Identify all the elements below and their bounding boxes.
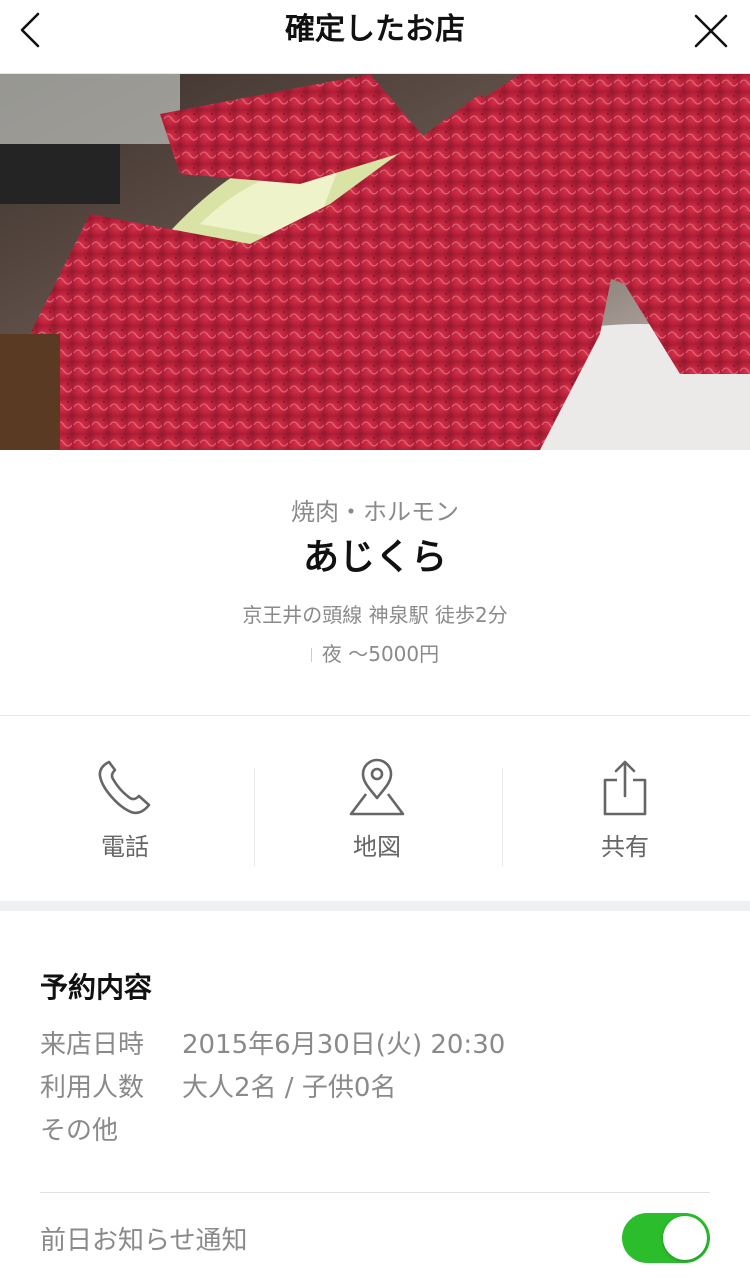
reservation-title: 予約内容 <box>40 971 153 1004</box>
section-separator <box>0 901 750 911</box>
map-label: 地図 <box>353 833 401 861</box>
row-value: 2015年6月30日(火) 20:30 <box>182 1030 506 1060</box>
row-key: 来店日時 <box>40 1030 145 1060</box>
restaurant-access: 京王井の頭線 神泉駅 徒歩2分 <box>242 603 508 627</box>
share-label: 共有 <box>601 833 649 861</box>
restaurant-info: 焼肉・ホルモン あじくら 京王井の頭線 神泉駅 徒歩2分 夜 〜5000円 <box>0 450 750 716</box>
reservation-row-guests: 利用人数 大人2名 / 子供0名 <box>40 1070 396 1106</box>
toggle-knob <box>663 1216 707 1260</box>
share-icon <box>603 760 647 816</box>
price-text: 夜 〜5000円 <box>321 642 440 666</box>
restaurant-photo <box>0 74 750 450</box>
close-icon <box>694 14 728 48</box>
price-separator <box>310 648 312 662</box>
reservation-row-datetime: 来店日時 2015年6月30日(火) 20:30 <box>40 1027 505 1063</box>
map-pin-icon <box>349 758 405 816</box>
reservation-row-other: その他 <box>40 1113 182 1149</box>
divider <box>40 1192 710 1193</box>
page-title: 確定したお店 <box>285 12 465 47</box>
call-button[interactable]: 電話 <box>0 716 250 902</box>
restaurant-name: あじくら <box>302 537 447 578</box>
close-button[interactable] <box>690 10 734 54</box>
row-key: 利用人数 <box>40 1073 145 1103</box>
restaurant-genre: 焼肉・ホルモン <box>291 498 459 526</box>
call-label: 電話 <box>101 833 149 861</box>
phone-icon <box>98 760 151 815</box>
reservation-section: 予約内容 来店日時 2015年6月30日(火) 20:30 利用人数 大人2名 / … <box>0 911 750 1280</box>
restaurant-price: 夜 〜5000円 <box>0 639 750 669</box>
app-header: 確定したお店 <box>0 0 750 74</box>
reminder-label: 前日お知らせ通知 <box>40 1226 248 1256</box>
row-key: その他 <box>40 1116 119 1146</box>
map-button[interactable]: 地図 <box>252 716 502 902</box>
reminder-toggle[interactable] <box>622 1213 710 1263</box>
row-value: 大人2名 / 子供0名 <box>182 1073 397 1103</box>
share-button[interactable]: 共有 <box>500 716 750 902</box>
action-bar: 電話 地図 共有 <box>0 715 750 901</box>
